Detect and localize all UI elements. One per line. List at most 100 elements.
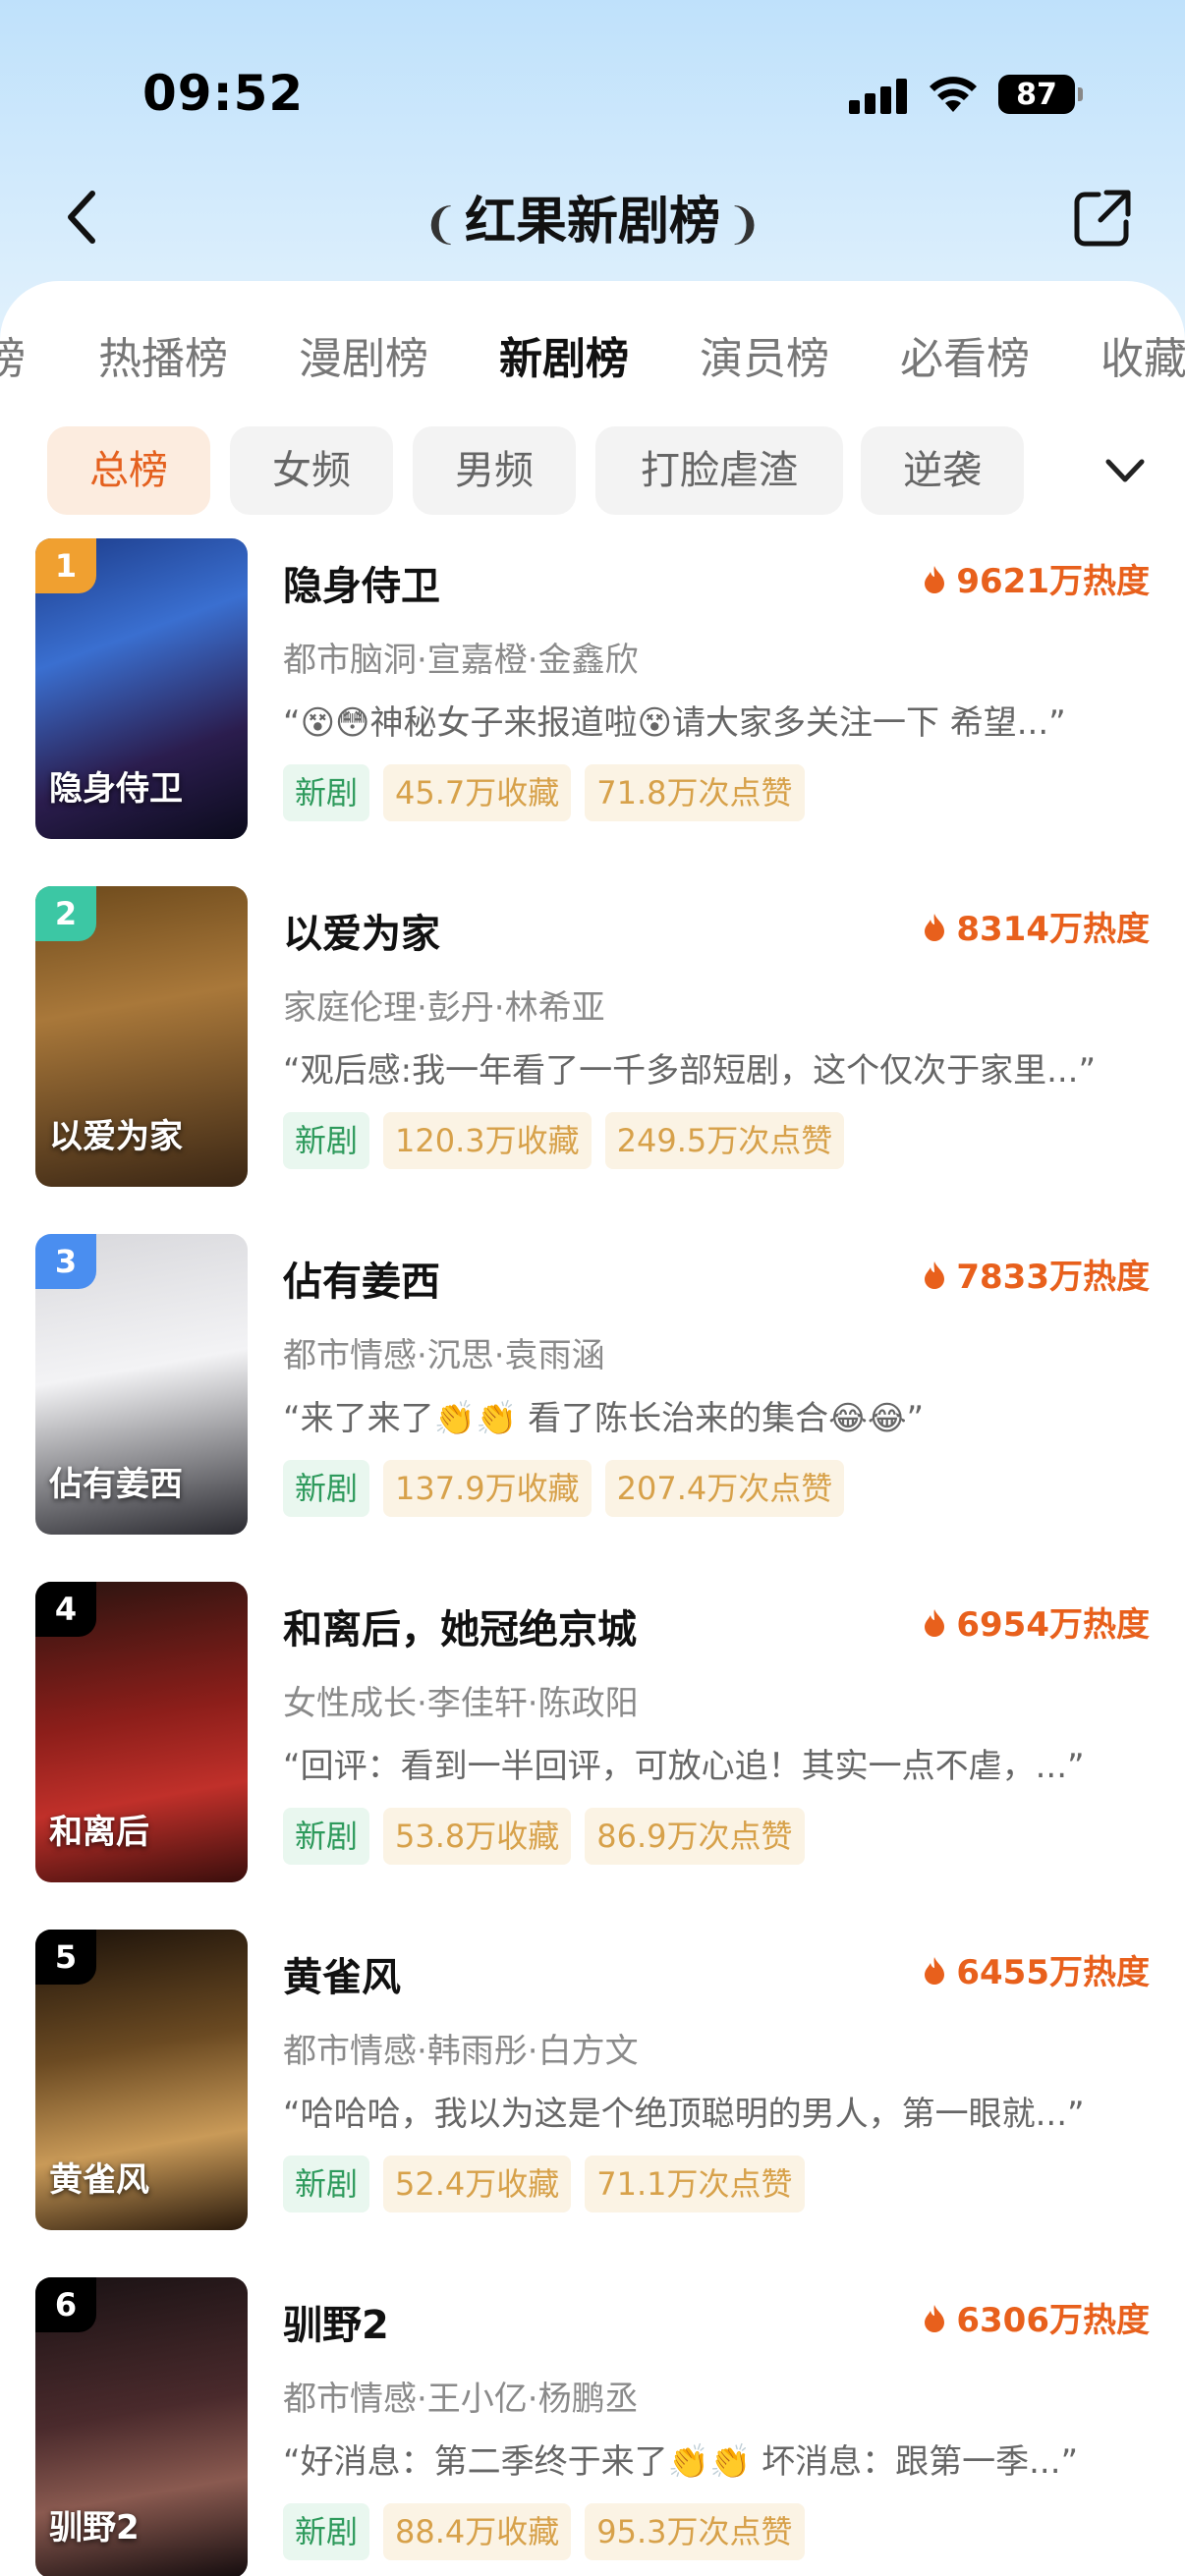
collect-count: 120.3万收藏: [383, 1112, 592, 1169]
genre-cast: 女性成长·李佳轩·陈政阳: [283, 1684, 639, 1723]
share-button[interactable]: [1071, 187, 1134, 250]
collect-count: 88.4万收藏: [383, 2503, 572, 2560]
page-title-text: 红果新剧榜: [464, 193, 720, 252]
heat-score: 6954万热度: [923, 1597, 1150, 1646]
rank-badge: 6: [35, 2277, 96, 2332]
genre-cast: 都市脑洞·宣嘉橙·金鑫欣: [283, 641, 639, 680]
drama-title: 驯野2: [283, 2303, 389, 2348]
flame-icon: [925, 1260, 945, 1289]
poster-caption: 隐身侍卫: [49, 769, 183, 809]
like-count: 207.4万次点赞: [604, 1460, 845, 1517]
chip-face-slap[interactable]: 打脸虐渣: [595, 426, 843, 515]
collect-count: 52.4万收藏: [383, 2156, 572, 2212]
rank-badge: 4: [35, 1582, 96, 1637]
rank-badge: 1: [35, 538, 96, 593]
poster-image: 隐身侍卫 1: [35, 538, 248, 839]
collect-count: 53.8万收藏: [383, 1808, 572, 1865]
list-item[interactable]: 和离后 4 和离后，她冠绝京城 6954万热度 女性成长·李佳轩·陈政阳 “回评…: [0, 1582, 1185, 1896]
tab-actor[interactable]: 演员榜: [700, 320, 829, 399]
list-item[interactable]: 隐身侍卫 1 隐身侍卫 9621万热度 都市脑洞·宣嘉橙·金鑫欣 “😵😳神秘女子…: [0, 538, 1185, 853]
tab-collect[interactable]: 收藏榜: [1100, 320, 1185, 399]
poster-caption: 和离后: [49, 1813, 149, 1852]
poster-image: 黄雀风 5: [35, 1930, 248, 2230]
drama-title: 佔有姜西: [283, 1260, 440, 1305]
flame-icon: [925, 565, 945, 593]
poster-caption: 驯野2: [49, 2508, 140, 2548]
cellular-signal-icon: [849, 79, 908, 114]
status-time: 09:52: [142, 65, 305, 122]
review-quote: “回评：看到一半回评，可放心追！其实一点不虐，...”: [283, 1747, 1085, 1786]
like-count: 86.9万次点赞: [585, 1808, 805, 1865]
tab-comic[interactable]: 漫剧榜: [299, 320, 428, 399]
battery-tip: [1078, 87, 1083, 101]
poster-caption: 佔有姜西: [49, 1465, 183, 1504]
new-tag: 新剧: [283, 2156, 370, 2212]
tab-hot[interactable]: 热播榜: [98, 320, 228, 399]
tag-row: 新剧 53.8万收藏 86.9万次点赞: [283, 1808, 805, 1865]
poster-caption: 以爱为家: [49, 1117, 183, 1156]
review-quote: “观后感:我一年看了一千多部短剧，这个仅次于家里...”: [283, 1051, 1097, 1091]
heat-value: 9621万热度: [956, 562, 1150, 601]
new-tag: 新剧: [283, 1112, 370, 1169]
heat-value: 6954万热度: [956, 1605, 1150, 1645]
list-item[interactable]: 驯野2 6 驯野2 6306万热度 都市情感·王小亿·杨鹏丞 “好消息：第二季终…: [0, 2277, 1185, 2576]
like-count: 71.8万次点赞: [585, 764, 805, 821]
laurel-right-icon: ❩: [726, 199, 762, 250]
tag-row: 新剧 137.9万收藏 207.4万次点赞: [283, 1460, 845, 1517]
tag-row: 新剧 120.3万收藏 249.5万次点赞: [283, 1112, 845, 1169]
tab-prev-partial[interactable]: 榜: [0, 320, 26, 399]
drama-title: 和离后，她冠绝京城: [283, 1607, 637, 1652]
review-quote: “😵😳神秘女子来报道啦😵请大家多关注一下 希望...”: [283, 703, 1066, 743]
heat-score: 9621万热度: [923, 554, 1150, 602]
chip-all[interactable]: 总榜: [47, 426, 210, 515]
poster-image: 以爱为家 2: [35, 886, 248, 1187]
chevron-down-icon[interactable]: [1100, 452, 1150, 491]
heat-score: 6455万热度: [923, 1945, 1150, 1993]
list-item[interactable]: 以爱为家 2 以爱为家 8314万热度 家庭伦理·彭丹·林希亚 “观后感:我一年…: [0, 886, 1185, 1201]
new-tag: 新剧: [283, 1808, 370, 1865]
review-quote: “哈哈哈，我以为这是个绝顶聪明的男人，第一眼就...”: [283, 2095, 1085, 2134]
rank-badge: 5: [35, 1930, 96, 1985]
flame-icon: [925, 913, 945, 941]
genre-cast: 家庭伦理·彭丹·林希亚: [283, 988, 605, 1028]
genre-cast: 都市情感·韩雨彤·白方文: [283, 2032, 639, 2071]
like-count: 95.3万次点赞: [585, 2503, 805, 2560]
collect-count: 137.9万收藏: [383, 1460, 592, 1517]
page-title: ❨ 红果新剧榜 ❩: [0, 183, 1185, 261]
back-button[interactable]: [51, 183, 110, 252]
chip-female[interactable]: 女频: [230, 426, 393, 515]
tab-new[interactable]: 新剧榜: [499, 320, 629, 399]
poster-image: 驯野2 6: [35, 2277, 248, 2576]
battery-indicator: 87: [998, 75, 1075, 114]
tab-must-watch[interactable]: 必看榜: [900, 320, 1030, 399]
list-item[interactable]: 佔有姜西 3 佔有姜西 7833万热度 都市情感·沉思·袁雨涵 “来了来了👏👏 …: [0, 1234, 1185, 1548]
chevron-left-icon: [68, 191, 95, 244]
heat-score: 8314万热度: [923, 902, 1150, 950]
flame-icon: [925, 2304, 945, 2332]
drama-title: 隐身侍卫: [283, 564, 440, 609]
collect-count: 45.7万收藏: [383, 764, 572, 821]
heat-value: 6306万热度: [956, 2301, 1150, 2340]
poster-caption: 黄雀风: [49, 2160, 149, 2200]
category-chips: 总榜 女频 男频 打脸虐渣 逆袭: [0, 426, 1185, 515]
status-bar: 09:52 87: [0, 0, 1185, 187]
flame-icon: [925, 1608, 945, 1637]
chip-male[interactable]: 男频: [413, 426, 576, 515]
poster-image: 和离后 4: [35, 1582, 248, 1882]
ranking-tabs: 榜 热播榜 漫剧榜 新剧榜 演员榜 必看榜 收藏榜: [0, 320, 1185, 399]
rank-badge: 2: [35, 886, 96, 941]
chip-comeback[interactable]: 逆袭: [861, 426, 1024, 515]
drama-title: 以爱为家: [283, 912, 440, 957]
drama-title: 黄雀风: [283, 1955, 401, 2000]
new-tag: 新剧: [283, 2503, 370, 2560]
list-item[interactable]: 黄雀风 5 黄雀风 6455万热度 都市情感·韩雨彤·白方文 “哈哈哈，我以为这…: [0, 1930, 1185, 2244]
new-tag: 新剧: [283, 764, 370, 821]
tag-row: 新剧 52.4万收藏 71.1万次点赞: [283, 2156, 805, 2212]
heat-value: 8314万热度: [956, 910, 1150, 949]
heat-score: 7833万热度: [923, 1250, 1150, 1298]
heat-value: 7833万热度: [956, 1258, 1150, 1297]
review-quote: “来了来了👏👏 看了陈长治来的集合😂😂”: [283, 1399, 925, 1438]
genre-cast: 都市情感·沉思·袁雨涵: [283, 1336, 605, 1375]
tag-row: 新剧 45.7万收藏 71.8万次点赞: [283, 764, 805, 821]
like-count: 71.1万次点赞: [585, 2156, 805, 2212]
